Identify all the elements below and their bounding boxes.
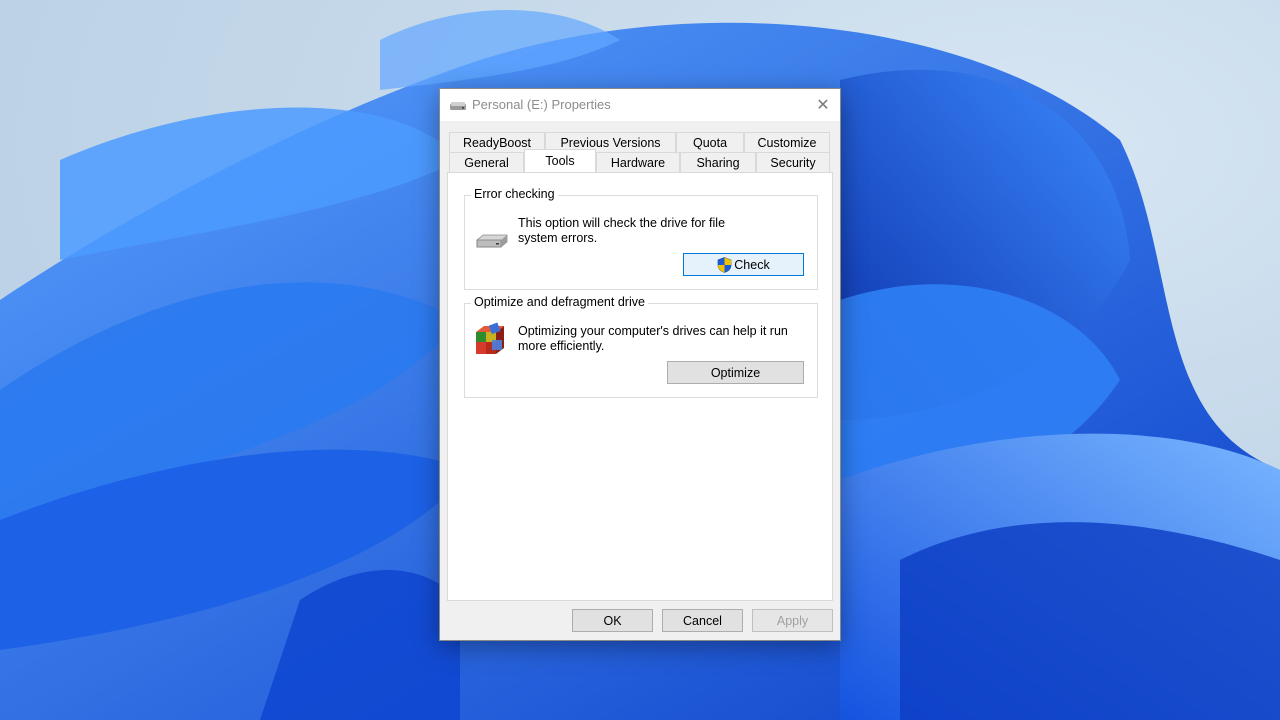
tools-tab-panel: Error checking This option will check th… [447,172,833,601]
tab-quota[interactable]: Quota [676,132,744,152]
error-checking-description-line1: This option will check the drive for fil… [518,216,726,230]
apply-button[interactable]: Apply [752,609,833,632]
ok-button-label: OK [603,613,622,628]
tab-security[interactable]: Security [756,152,830,172]
tab-label: Quota [692,135,728,150]
error-checking-group: Error checking This option will check th… [464,187,818,290]
hard-drive-icon [476,234,508,248]
tab-label: Security [770,155,816,170]
tab-tools[interactable]: Tools [524,149,596,172]
cancel-button-label: Cancel [683,613,722,628]
tab-label: Sharing [696,155,740,170]
close-icon: ✕ [816,97,830,114]
apply-button-label: Apply [776,613,809,628]
properties-dialog: Personal (E:) Properties ✕ ReadyBoost Pr… [439,88,841,641]
tab-label: Hardware [610,155,666,170]
window-title: Personal (E:) Properties [472,97,611,112]
tab-general[interactable]: General [449,152,524,172]
check-button-label: Check [734,257,770,272]
tab-sharing[interactable]: Sharing [680,152,756,172]
check-button[interactable]: Check [683,253,804,276]
tab-label: Customize [757,135,817,150]
optimize-description-line1: Optimizing your computer's drives can he… [518,324,788,338]
tab-hardware[interactable]: Hardware [596,152,680,172]
close-button[interactable]: ✕ [806,89,840,121]
optimize-button[interactable]: Optimize [667,361,804,384]
tab-label: General [464,155,509,170]
optimize-button-label: Optimize [710,365,761,380]
uac-shield-icon [717,256,732,273]
error-checking-description-line2: system errors. [518,231,598,245]
tab-customize[interactable]: Customize [744,132,830,152]
drive-icon [450,102,466,110]
tab-label: Previous Versions [560,135,661,150]
title-bar[interactable]: Personal (E:) Properties ✕ [440,89,840,121]
tab-label: Tools [545,154,575,168]
tab-label: ReadyBoost [462,135,532,150]
defrag-icon [476,322,504,354]
optimize-title: Optimize and defragment drive [471,295,648,309]
optimize-group: Optimize and defragment drive Optimizing… [464,295,818,398]
cancel-button[interactable]: Cancel [662,609,743,632]
ok-button[interactable]: OK [572,609,653,632]
error-checking-title: Error checking [471,187,558,201]
optimize-description-line2: more efficiently. [518,339,605,353]
